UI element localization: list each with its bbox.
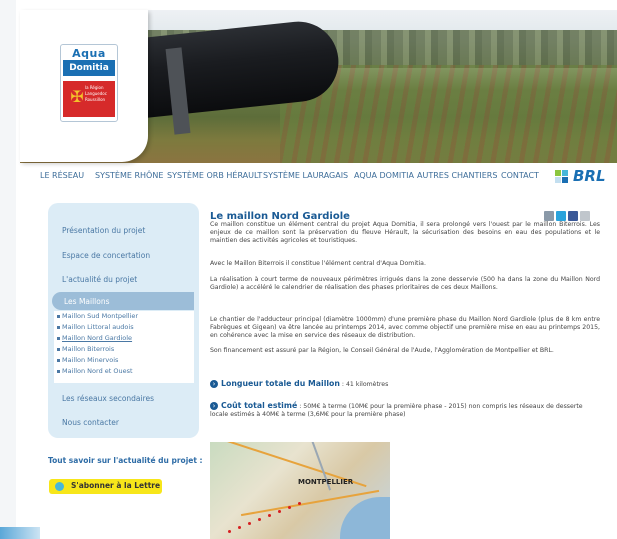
arrow-right-icon: › [210,380,218,388]
route-point [228,530,231,533]
nav-systeme-lauragais[interactable]: SYSTÈME LAURAGAIS [263,171,348,180]
route-map[interactable]: MONTPELLIER [210,442,390,539]
submenu-item-minervois[interactable]: Maillon Minervois [62,356,118,364]
aqua-domitia-logo[interactable]: Aqua Domitia ✠ la Région Languedoc Rouss… [60,44,118,122]
email-icon[interactable] [580,211,590,221]
bullet-icon [57,337,60,340]
article-paragraph-perimetres: La réalisation à court terme de nouveaux… [210,276,600,291]
route-point [288,506,291,509]
print-icon[interactable] [544,211,554,221]
route-point [248,522,251,525]
article-paragraph-central: Avec le Maillon Biterrois il constitue l… [210,260,426,267]
subscribe-heading: Tout savoir sur l'actualité du projet : [48,456,203,465]
sidebar-item-presentation[interactable]: Présentation du projet [62,226,145,235]
nav-aqua-domitia[interactable]: AQUA DOMITIA [354,171,414,180]
subscribe-button-label: S'abonner à la Lettre [71,481,161,490]
facebook-icon[interactable] [568,211,578,221]
bullet-icon [57,370,60,373]
sidebar-item-reseaux-secondaires[interactable]: Les réseaux secondaires [62,394,154,403]
nav-le-reseau[interactable]: LE RÉSEAU [40,171,84,180]
logo-domitia-text: Domitia [63,60,115,76]
brl-text: BRL [573,167,606,185]
length-value: : 41 kilomètres [341,381,389,388]
route-point [298,502,301,505]
cost-stat: › Coût total estimé : 50M€ à terme (10M€ … [210,402,602,419]
article-paragraph-financement: Son financement est assuré par la Région… [210,347,554,354]
sidebar-item-maillons-label: Les Maillons [64,297,110,306]
brl-square-light [555,177,561,183]
region-logo: ✠ la Région Languedoc Roussillon [63,81,115,117]
submenu-item-sud-montpellier[interactable]: Maillon Sud Montpellier [62,312,138,320]
article-paragraph-chantier: Le chantier de l'adducteur principal (di… [210,316,600,339]
cost-label: Coût total estimé [221,401,298,410]
bullet-icon [57,348,60,351]
submenu-item-littoral-audois[interactable]: Maillon Littoral audois [62,323,134,331]
nav-systeme-orb-herault[interactable]: SYSTÈME ORB HÉRAULT [167,171,262,180]
brl-logo[interactable]: BRL [553,166,611,188]
logo-panel[interactable]: Aqua Domitia ✠ la Région Languedoc Rouss… [20,10,148,162]
bullet-icon [57,315,60,318]
route-point [268,514,271,517]
sidebar-item-contact[interactable]: Nous contacter [62,418,119,427]
map-sea [340,497,390,539]
route-point [238,526,241,529]
nav-systeme-rhone[interactable]: SYSTÈME RHÔNE [95,171,163,180]
route-point [258,518,261,521]
share-toolbar [544,211,598,221]
brl-square-dark [562,177,568,183]
brl-square-green [555,170,561,176]
submenu-item-biterrois[interactable]: Maillon Biterrois [62,345,114,353]
subscribe-button[interactable]: S'abonner à la Lettre [49,479,162,494]
nav-autres-chantiers[interactable]: AUTRES CHANTIERS [417,171,497,180]
submenu-item-nord-ouest[interactable]: Maillon Nord et Ouest [62,367,133,375]
bullet-icon [57,359,60,362]
sidebar-item-concertation[interactable]: Espace de concertation [62,251,150,260]
bullet-icon [57,326,60,329]
twitter-icon[interactable] [556,211,566,221]
sidebar-item-actualite[interactable]: L'actualité du projet [62,275,137,284]
length-label: Longueur totale du Maillon [221,379,340,388]
route-point [278,510,281,513]
occitan-cross-icon: ✠ [70,87,84,106]
logo-aqua-text: Aqua [72,47,106,60]
page-left-margin [0,0,16,539]
submenu-item-nord-gardiole[interactable]: Maillon Nord Gardiole [62,334,132,342]
map-city-label: MONTPELLIER [298,478,354,486]
newsletter-icon [55,482,64,491]
article-paragraph-intro: Ce maillon constitue un élément central … [210,221,600,244]
length-stat: › Longueur totale du Maillon : 41 kilomèt… [210,380,602,389]
brl-square-blue [562,170,568,176]
arrow-right-icon: › [210,402,218,410]
nav-contact[interactable]: CONTACT [501,171,539,180]
region-logo-text: la Région Languedoc Roussillon [85,85,107,102]
